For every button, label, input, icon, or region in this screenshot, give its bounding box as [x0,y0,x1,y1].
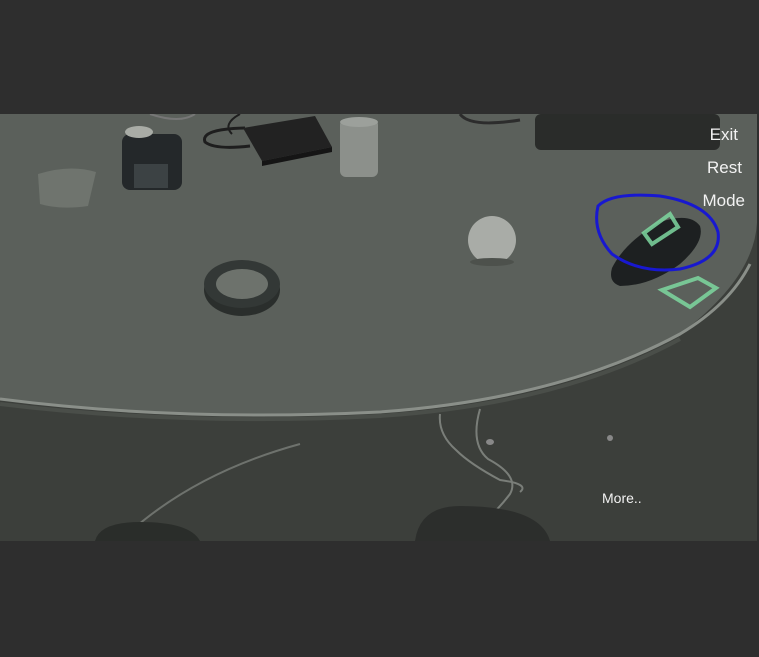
ball [468,216,516,264]
camera-feed[interactable] [0,114,757,541]
exit-button[interactable]: Exit [710,125,738,145]
bottom-letterbox [0,541,759,657]
mode-button[interactable]: Mode [702,191,745,211]
rest-button[interactable]: Rest [707,158,742,178]
more-button[interactable]: More.. [602,490,642,506]
top-letterbox [0,0,759,114]
tin-can [122,126,182,190]
white-bottle [340,117,378,177]
tape-roll [204,260,280,316]
monitor-base [535,114,720,150]
